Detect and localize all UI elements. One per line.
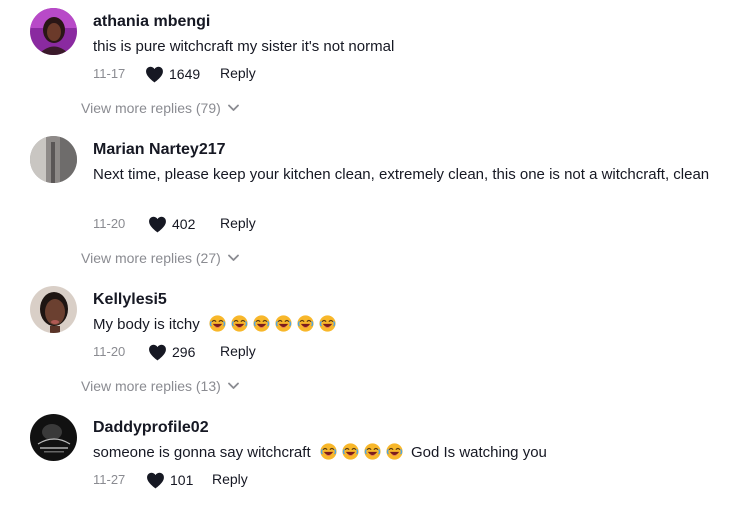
reply-button[interactable]: Reply (212, 471, 248, 487)
avatar[interactable] (30, 414, 77, 461)
comment-username[interactable]: Daddyprofile02 (93, 419, 209, 437)
like-count: 101 (170, 472, 194, 488)
comment-text: someone is gonna say witchcraft God Is w… (93, 442, 713, 464)
comment-item: Daddyprofile02 someone is gonna say witc… (0, 0, 735, 500)
comment-text-body: someone is gonna say witchcraft (93, 444, 311, 461)
laughing-emoji-icon (364, 443, 381, 460)
laughing-emoji-icon (386, 443, 403, 460)
like-button[interactable]: 101 (146, 470, 193, 490)
laughing-emoji-icon (320, 443, 337, 460)
laughing-emoji-icon (342, 443, 359, 460)
comment-text-tail: God Is watching you (410, 444, 547, 461)
heart-icon (146, 472, 165, 489)
comment-date: 11-27 (93, 472, 126, 487)
avatar-photo-icon (30, 414, 77, 461)
